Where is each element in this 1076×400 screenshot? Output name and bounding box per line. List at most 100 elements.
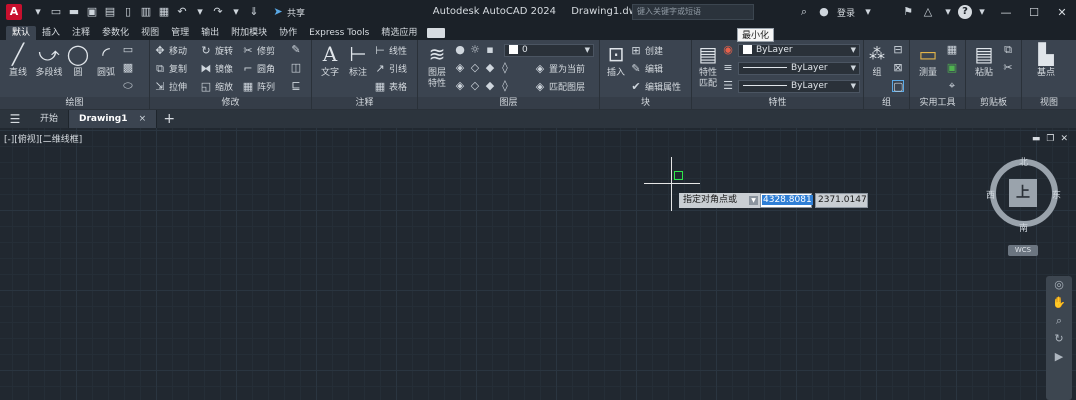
panel-title-properties[interactable]: 特性 [692,97,863,109]
insert-button[interactable]: ⊡ 插入 [602,42,630,79]
lock-icon[interactable]: ▪ [484,44,496,56]
ungroup-button[interactable]: ⊟ [892,44,904,56]
showmotion-icon[interactable]: ▶ [1046,348,1072,366]
panel-title-groups[interactable]: 组 [864,97,909,109]
tab-default[interactable]: 默认 [6,26,37,40]
close-button[interactable]: ✕ [1048,6,1076,19]
match-properties-button[interactable]: ▤ 特性 匹配 [694,42,722,90]
rectangle-button[interactable]: ▭ [122,44,134,56]
panel-title-block[interactable]: 块 [600,97,691,109]
lineweight-icon[interactable]: ≡ [722,62,734,74]
tab-start[interactable]: 开始 [30,110,70,128]
autocad-logo-icon[interactable]: A [6,4,22,20]
tab-express-tools[interactable]: Express Tools [303,26,375,40]
copy-clip-button[interactable]: ⧉ [1002,44,1014,56]
viewport-controls-label[interactable]: [-][俯视][二维线框] [4,132,82,145]
lineweight-select[interactable]: ByLayer ▼ [738,62,860,75]
redo-dropdown-icon[interactable]: ▾ [230,6,242,18]
linear-button[interactable]: ⊢ 线性 [374,44,407,57]
redo-icon[interactable]: ↷ [212,6,224,18]
tab-addins[interactable]: 附加模块 [225,26,273,40]
create-block-button[interactable]: ⊞ 创建 [630,44,663,57]
line-button[interactable]: ╱ 直线 [4,42,32,79]
pan-icon[interactable]: ✋ [1046,294,1072,312]
measure-button[interactable]: ▭ 测量 [914,42,942,79]
layer-freeze-icon[interactable]: ◆ [484,62,496,74]
scale-button[interactable]: ◱ 缩放 [200,80,233,93]
mirror-button[interactable]: ⧓ 镜像 [200,62,234,75]
panel-title-layers[interactable]: 图层 [418,97,599,109]
leader-button[interactable]: ↗ 引线 [374,62,407,75]
hatch-button[interactable]: ▩ [122,62,134,74]
group-select-button[interactable]: ▢ [892,80,904,93]
tab-manage[interactable]: 管理 [165,26,195,40]
tab-insert[interactable]: 插入 [36,26,66,40]
new-tab-button[interactable]: + [157,111,181,127]
id-point-button[interactable]: ⌖ [946,80,958,92]
customize-qat-icon[interactable]: ⇓ [248,6,260,18]
panel-title-clipboard[interactable]: 剪贴板 [966,97,1021,109]
close-tab-icon[interactable]: × [139,114,147,124]
dropdown-arrow-icon[interactable]: ▾ [32,6,44,18]
panel-title-modify[interactable]: 修改 [150,97,311,109]
tab-collaborate[interactable]: 协作 [273,26,303,40]
calculator-button[interactable]: ▦ [946,44,958,56]
base-view-button[interactable]: ▙ 基点 [1032,42,1060,79]
layer-lock-icon[interactable]: ◊ [499,62,511,74]
drawing-canvas[interactable]: [-][俯视][二维线框] ▬ ❐ ✕ [0,128,1076,400]
panel-title-utilities[interactable]: 实用工具 [910,97,965,109]
dimension-button[interactable]: ⊢ 标注 [344,42,372,79]
cart-icon[interactable]: ⚑ [902,6,914,18]
offset-button[interactable]: ⊑ [290,80,302,92]
layer-iso-icon[interactable]: ◈ [454,62,466,74]
compass-south[interactable]: 南 [1019,221,1028,234]
polyline-button[interactable]: ⤻ 多段线 [32,42,66,79]
viewport-restore-icon[interactable]: ❐ [1046,134,1054,144]
lightbulb-icon[interactable]: ● [454,44,466,56]
save-as-icon[interactable]: ▤ [104,6,116,18]
sun-icon[interactable]: ☼ [469,44,481,56]
text-button[interactable]: A 文字 [316,42,344,79]
steering-wheel-icon[interactable]: ◎ [1046,276,1072,294]
layer-properties-button[interactable]: ≋ 图层 特性 [422,42,452,90]
layer-on-icon[interactable]: ◇ [469,80,481,92]
chevron-down-icon[interactable]: ▾ [942,6,954,18]
login-button[interactable]: ● 登录 ▾ [814,6,878,19]
tab-parametric[interactable]: 参数化 [96,26,135,40]
paste-button[interactable]: ▤ 粘贴 [970,42,998,79]
cut-button[interactable]: ✂ [1002,62,1014,74]
compass-west[interactable]: 西 [986,188,995,201]
color-select[interactable]: ByLayer ▼ [738,44,860,57]
array-button[interactable]: ▦ 阵列 [242,80,275,93]
tab-output[interactable]: 输出 [195,26,225,40]
share-button[interactable]: ➤ 共享 [272,6,305,19]
print-icon[interactable]: ▦ [158,6,170,18]
viewcube[interactable]: 上 北 南 东 西 [986,155,1062,234]
tab-annotate[interactable]: 注释 [66,26,96,40]
rotate-button[interactable]: ↻ 旋转 [200,44,233,57]
move-button[interactable]: ✥ 移动 [154,44,187,57]
edit-attributes-button[interactable]: ✔ 编辑属性 [630,80,681,93]
viewcube-top-face[interactable]: 上 [1009,179,1037,207]
panel-title-draw[interactable]: 绘图 [0,97,149,109]
tab-featured-apps[interactable]: 精选应用 [375,26,423,40]
color-wheel-icon[interactable]: ◉ [722,44,734,56]
edit-block-button[interactable]: ✎ 编辑 [630,62,663,75]
group-button[interactable]: ⁂ 组 [866,42,888,79]
explode-button[interactable]: ◫ [290,62,302,74]
tab-view[interactable]: 视图 [135,26,165,40]
layer-thaw-icon[interactable]: ◆ [484,80,496,92]
chevron-down-icon[interactable]: ▾ [976,6,988,18]
undo-dropdown-icon[interactable]: ▾ [194,6,206,18]
linetype-icon[interactable]: ☰ [722,80,734,92]
ribbon-options-icon[interactable] [427,28,446,38]
quick-select-button[interactable]: ▣ [946,62,958,74]
fillet-button[interactable]: ⌐ 圆角 [242,62,275,75]
wcs-menu[interactable]: WCS [1008,245,1038,256]
panel-title-view[interactable]: 视图 [1022,97,1076,109]
panel-title-annotation[interactable]: 注释 [312,97,417,109]
layer-select[interactable]: 0 ▼ [504,44,594,57]
layer-off-icon[interactable]: ◇ [469,62,481,74]
viewport-close-icon[interactable]: ✕ [1060,134,1068,144]
search-input[interactable]: 键入关键字或短语 [632,4,754,20]
